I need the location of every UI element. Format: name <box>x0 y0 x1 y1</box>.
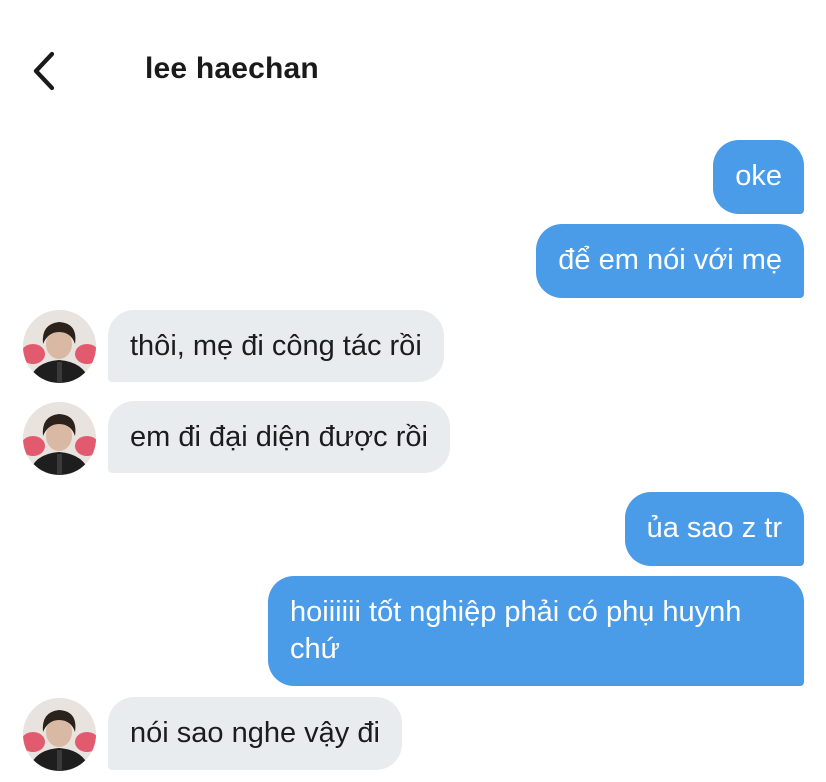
profile-photo-icon <box>23 310 96 383</box>
message-bubble-outgoing[interactable]: hoiiiiii tốt nghiệp phải có phụ huynh ch… <box>268 576 804 686</box>
message-bubble-incoming[interactable]: nói sao nghe vậy đi <box>108 697 402 770</box>
chevron-left-icon <box>33 51 55 91</box>
back-button[interactable] <box>28 48 68 94</box>
avatar[interactable] <box>23 310 96 383</box>
message-bubble-outgoing[interactable]: oke <box>713 140 804 214</box>
message-bubble-incoming[interactable]: em đi đại diện được rồi <box>108 401 450 473</box>
chat-header: lee haechan <box>0 0 826 130</box>
message-bubble-outgoing[interactable]: ủa sao z tr <box>624 492 804 566</box>
avatar[interactable] <box>23 402 96 475</box>
avatar[interactable] <box>23 698 96 771</box>
profile-photo-icon <box>23 402 96 475</box>
message-bubble-outgoing[interactable]: để em nói với mẹ <box>536 224 804 298</box>
message-bubble-incoming[interactable]: thôi, mẹ đi công tác rồi <box>108 310 444 382</box>
profile-photo-icon <box>23 698 96 771</box>
conversation-title: lee haechan <box>145 52 319 85</box>
